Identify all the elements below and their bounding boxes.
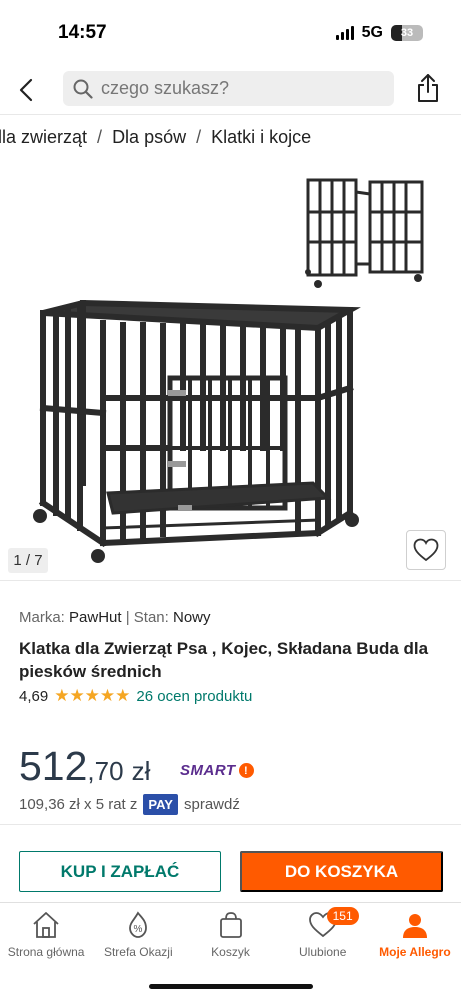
tab-label: Strona główna: [7, 945, 85, 959]
rating-stars-icon: ★★★★★: [54, 686, 131, 705]
user-icon: [402, 914, 427, 938]
installment-info[interactable]: 109,36 zł x 5 rat z PAY sprawdź: [19, 794, 240, 815]
divider: [0, 580, 461, 581]
tab-deals[interactable]: % Strefa Okazji: [92, 903, 184, 973]
breadcrumb-item[interactable]: Klatki i kojce: [211, 127, 311, 148]
bag-icon: [219, 912, 242, 938]
smart-label: SMART: [180, 762, 236, 779]
tab-favorites[interactable]: Ulubione 151: [277, 903, 369, 973]
svg-text:%: %: [134, 924, 143, 935]
search-placeholder: czego szukasz?: [101, 78, 230, 98]
battery-icon: 33: [391, 25, 423, 41]
tab-home[interactable]: Strona główna: [0, 903, 92, 973]
price-cents: ,70: [87, 756, 124, 786]
price-main: 512: [19, 743, 88, 789]
smart-info-icon: !: [238, 763, 254, 778]
product-image-secondary: [305, 178, 424, 288]
status-indicators: 5G 33: [335, 24, 423, 42]
breadcrumb-item[interactable]: Dla psów: [112, 127, 186, 148]
buy-now-button[interactable]: KUP I ZAPŁAĆ: [19, 851, 221, 892]
signal-icon: [335, 26, 354, 40]
rating-count-link[interactable]: 26 ocen produktu: [136, 688, 252, 705]
product-title: Klatka dla Zwierząt Psa , Kojec, Składan…: [19, 639, 429, 681]
favorites-count-badge: 151: [326, 907, 359, 925]
divider: [0, 824, 461, 825]
top-bar: czego szukasz?: [0, 66, 461, 114]
home-icon: [33, 912, 59, 938]
breadcrumb-separator: /: [196, 127, 202, 147]
bottom-tab-bar: Strona główna % Strefa Okazji Koszyk Ulu…: [0, 903, 461, 973]
tab-cart[interactable]: Koszyk: [184, 903, 276, 973]
product-gallery[interactable]: 1 / 7: [0, 160, 461, 580]
status-time: 14:57: [58, 22, 107, 43]
rating-value: 4,69: [19, 687, 49, 705]
meta-separator: |: [125, 609, 130, 626]
brand-label: Marka:: [19, 609, 65, 626]
tab-label: Ulubione: [299, 945, 347, 959]
condition-value: Nowy: [173, 609, 211, 626]
breadcrumb-item[interactable]: dla zwierząt: [0, 127, 87, 148]
percent-icon: %: [129, 911, 148, 938]
share-button[interactable]: [412, 70, 444, 106]
product-meta: Marka: PawHut | Stan: Nowy: [19, 609, 211, 626]
tab-my-allegro[interactable]: Moje Allegro: [369, 903, 461, 973]
chevron-left-icon: [19, 78, 33, 102]
smart-badge[interactable]: SMART !: [180, 762, 254, 779]
tab-label: Moje Allegro: [379, 945, 451, 959]
search-icon: [73, 79, 93, 99]
tab-label: Strefa Okazji: [103, 945, 173, 959]
price: 512 ,70 zł: [19, 743, 150, 790]
pay-badge: PAY: [143, 794, 178, 815]
tab-label: Koszyk: [211, 945, 250, 959]
product-image-main: [33, 299, 361, 563]
share-icon: [418, 74, 438, 102]
installment-check-link[interactable]: sprawdź: [184, 796, 240, 813]
search-bar[interactable]: czego szukasz?: [63, 71, 394, 106]
image-counter: 1 / 7: [8, 548, 48, 573]
installment-text: 109,36 zł x 5 rat z: [19, 796, 138, 813]
battery-level: 33: [400, 27, 414, 39]
back-button[interactable]: [12, 74, 40, 106]
network-type: 5G: [361, 24, 383, 41]
add-to-cart-button[interactable]: DO KOSZYKA: [240, 851, 443, 892]
home-indicator: [149, 984, 313, 989]
add-to-favorites-button[interactable]: [406, 530, 446, 570]
price-currency: zł: [131, 756, 151, 786]
breadcrumb-separator: /: [97, 127, 103, 147]
heart-icon: [413, 538, 439, 562]
status-bar: 14:57 5G 33: [0, 0, 461, 66]
product-rating[interactable]: 4,69 ★★★★★ 26 ocen produktu: [19, 686, 252, 706]
breadcrumb: dla zwierząt / Dla psów / Klatki i kojce: [0, 114, 461, 160]
brand-value[interactable]: PawHut: [69, 609, 122, 626]
condition-label: Stan:: [133, 609, 169, 626]
